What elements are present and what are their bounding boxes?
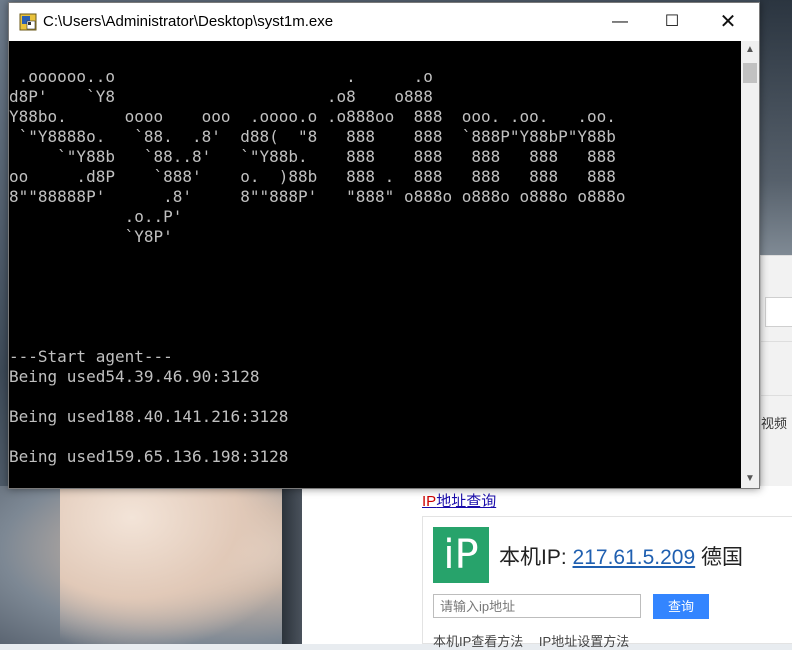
console-line: ---Start agent--- bbox=[9, 347, 173, 366]
scroll-up-icon[interactable]: ▲ bbox=[741, 41, 759, 59]
ip-address-link[interactable]: 217.61.5.209 bbox=[573, 546, 696, 569]
wallpaper-face bbox=[60, 486, 300, 644]
console-titlebar[interactable]: C:\Users\Administrator\Desktop\syst1m.ex… bbox=[9, 3, 759, 41]
wallpaper-hair bbox=[282, 486, 302, 644]
ip-lookup-link[interactable]: IP地址查询 bbox=[422, 490, 496, 511]
ip-country: 德国 bbox=[701, 546, 743, 569]
console-output-area[interactable]: .oooooo..o . .o d8P' `Y8 .o8 o888 Y88bo. o… bbox=[9, 41, 741, 488]
minimize-button[interactable]: — bbox=[597, 3, 643, 41]
console-line: oo .d8P `888' o. )88b 888 . 888 888 888 … bbox=[9, 167, 616, 186]
divider bbox=[761, 255, 792, 256]
console-scrollbar[interactable]: ▲ ▼ bbox=[741, 41, 759, 488]
ip-query-button[interactable]: 查询 bbox=[653, 594, 709, 619]
console-line: 8""88888P' .8' 8""888P' "888" o888o o888… bbox=[9, 187, 626, 206]
browser-side-panel: 视频 bbox=[760, 255, 792, 486]
console-app-icon bbox=[19, 13, 37, 31]
ip-result-line: 本机IP: 217.61.5.209 德国 bbox=[499, 541, 743, 571]
ip-help-links: 本机IP查看方法 IP地址设置方法 bbox=[433, 631, 641, 650]
console-line: Being used159.65.136.198:3128 bbox=[9, 447, 289, 466]
console-line: d8P' `Y8 .o8 o888 bbox=[9, 87, 433, 106]
console-line: .o..P' bbox=[9, 207, 183, 226]
ip-logo: iP bbox=[433, 527, 489, 583]
divider bbox=[761, 395, 792, 396]
ip-set-method-link[interactable]: IP地址设置方法 bbox=[539, 634, 629, 649]
console-output: .oooooo..o . .o d8P' `Y8 .o8 o888 Y88bo. o… bbox=[9, 41, 741, 467]
nav-item-video[interactable]: 视频 bbox=[761, 413, 787, 432]
console-line: .oooooo..o . .o bbox=[9, 67, 433, 86]
ip-search-input[interactable] bbox=[433, 594, 641, 618]
console-line: Being used188.40.141.216:3128 bbox=[9, 407, 289, 426]
ip-link-red-text: IP bbox=[422, 493, 437, 510]
close-button[interactable]: ✕ bbox=[705, 3, 751, 41]
console-line: Being used54.39.46.90:3128 bbox=[9, 367, 260, 386]
wallpaper-artwork bbox=[0, 486, 302, 644]
console-title: C:\Users\Administrator\Desktop\syst1m.ex… bbox=[43, 13, 334, 30]
console-line: `"Y8888o. `88. .8' d88( "8 888 888 `888P… bbox=[9, 127, 616, 146]
scroll-thumb[interactable] bbox=[743, 63, 757, 83]
console-line: Y88bo. oooo ooo .oooo.o .o888oo 888 ooo.… bbox=[9, 107, 616, 126]
scroll-down-icon[interactable]: ▼ bbox=[741, 470, 759, 488]
browser-toolbar-button-fragment[interactable] bbox=[765, 297, 792, 327]
console-line: `"Y88b `88..8' `"Y88b. 888 888 888 888 8… bbox=[9, 147, 616, 166]
ip-result-card: iP 本机IP: 217.61.5.209 德国 查询 本机IP查看方法 IP地… bbox=[422, 516, 792, 649]
console-window: C:\Users\Administrator\Desktop\syst1m.ex… bbox=[8, 2, 760, 489]
ip-label: 本机IP: bbox=[499, 546, 567, 569]
maximize-button[interactable]: ☐ bbox=[649, 3, 695, 41]
divider bbox=[761, 341, 792, 342]
ip-link-text: 地址查询 bbox=[436, 493, 497, 510]
ip-view-method-link[interactable]: 本机IP查看方法 bbox=[433, 634, 523, 649]
console-line: `Y8P' bbox=[9, 227, 173, 246]
